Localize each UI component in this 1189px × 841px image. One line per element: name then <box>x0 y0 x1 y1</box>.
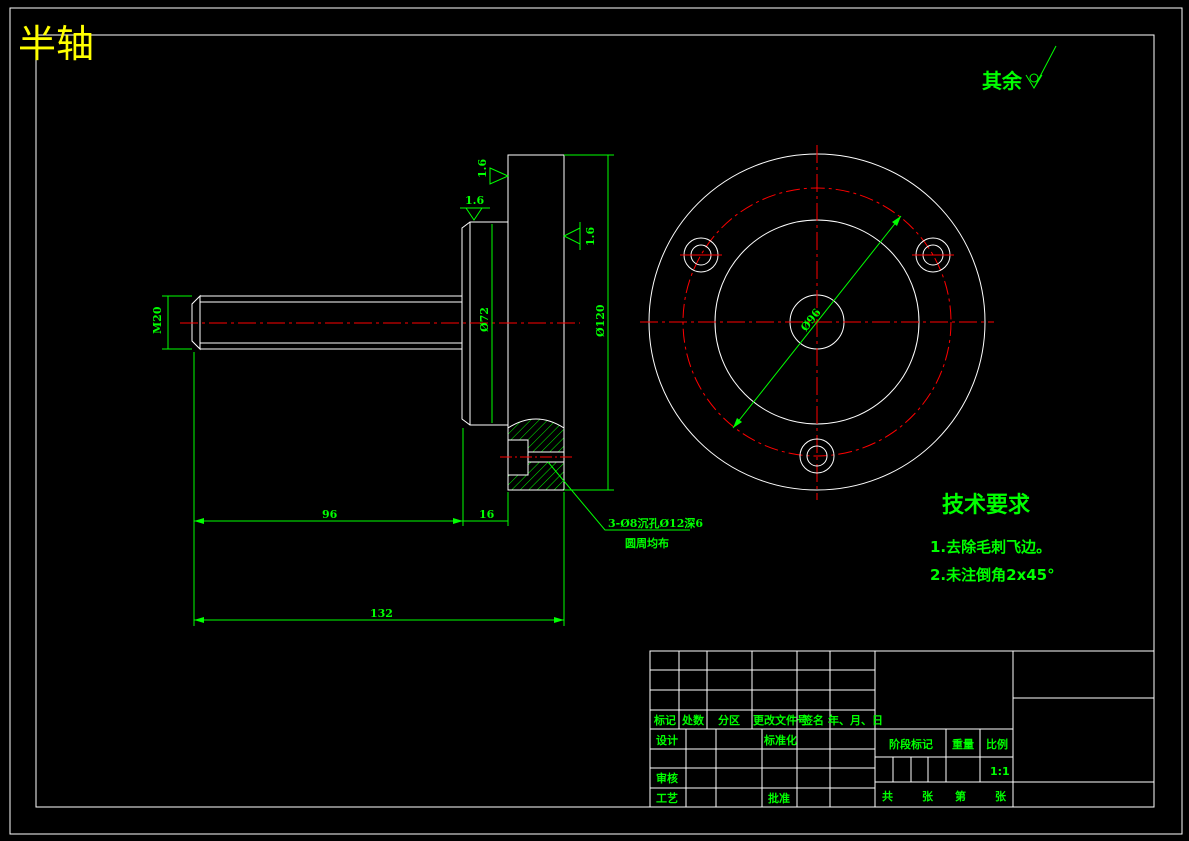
hole-note-2: 圆周均布 <box>625 536 669 550</box>
tb-stage: 阶段标记 <box>889 737 933 751</box>
cad-drawing: 半轴 其余 M20 Ø72 Ø120 1.6 1.6 1.6 96 16 132… <box>9 7 1183 835</box>
outer-border <box>9 7 1183 835</box>
roughness-mark-3: 1.6 <box>562 222 597 250</box>
tb-date: 年、月、日 <box>828 713 883 727</box>
inner-frame <box>35 34 1155 808</box>
roughness-triangle-icon <box>562 222 581 250</box>
tb-design: 设计 <box>656 733 678 747</box>
roughness-mark-1: 1.6 <box>476 159 510 185</box>
dim-132-label: 132 <box>370 607 393 620</box>
tb-total: 共 <box>882 789 893 803</box>
dim-m20-label: M20 <box>151 306 164 334</box>
roughness-triangle-icon <box>460 207 490 221</box>
tb-weight: 重量 <box>952 737 974 751</box>
hole-section-hatch <box>507 418 565 453</box>
tb-scale-label: 比例 <box>986 737 1008 751</box>
tb-change-doc: 更改文件号 <box>753 713 808 727</box>
tb-approve: 批准 <box>768 791 790 805</box>
tb-sheet-no: 第 <box>955 789 966 803</box>
tb-process: 工艺 <box>656 791 678 805</box>
drawing-title: 半轴 <box>18 22 94 66</box>
dim-120-label: Ø120 <box>594 304 607 337</box>
other-surfaces-label: 其余 <box>982 69 1023 93</box>
roughness-circle-icon <box>1029 73 1039 83</box>
roughness-mark-2: 1.6 <box>460 194 490 221</box>
dim-16-label: 16 <box>479 508 495 521</box>
tb-count: 处数 <box>681 713 705 727</box>
side-view: M20 Ø72 Ø120 1.6 1.6 1.6 96 16 132 3-Ø8沉… <box>151 154 703 626</box>
dim-96-label: 96 <box>322 508 338 521</box>
requirement-item-2: 2.未注倒角2x45° <box>930 566 1055 584</box>
tb-mark: 标记 <box>653 713 676 727</box>
hole-note-1: 3-Ø8沉孔Ø12深6 <box>608 516 703 530</box>
bolt-hole-left <box>680 237 722 273</box>
requirements-title: 技术要求 <box>942 493 1030 518</box>
roughness-value-3: 1.6 <box>584 227 597 246</box>
tb-zone: 分区 <box>718 713 740 727</box>
dim-72-label: Ø72 <box>478 307 491 332</box>
surface-roughness-note: 其余 <box>982 45 1057 93</box>
roughness-value-2: 1.6 <box>465 194 484 207</box>
tb-sheets-1: 张 <box>922 789 934 803</box>
bolt-hole-right <box>912 237 954 273</box>
technical-requirements: 技术要求 1.去除毛刺飞边。 2.未注倒角2x45° <box>930 493 1055 584</box>
tb-sheets-2: 张 <box>995 789 1007 803</box>
roughness-value-1: 1.6 <box>476 159 489 178</box>
title-block <box>649 650 1155 808</box>
hole-section-hatch-lower <box>507 461 565 491</box>
roughness-symbol-icon <box>1025 45 1057 89</box>
front-view: Ø96 <box>640 145 994 500</box>
roughness-triangle-icon <box>489 167 510 185</box>
dim-96-diag-label: Ø96 <box>798 306 824 334</box>
tb-review: 审核 <box>656 771 678 785</box>
requirement-item-1: 1.去除毛刺飞边。 <box>930 538 1051 556</box>
tb-standard: 标准化 <box>763 733 797 747</box>
tb-scale-value: 1:1 <box>990 765 1010 778</box>
tb-signature: 签名 <box>801 713 824 727</box>
